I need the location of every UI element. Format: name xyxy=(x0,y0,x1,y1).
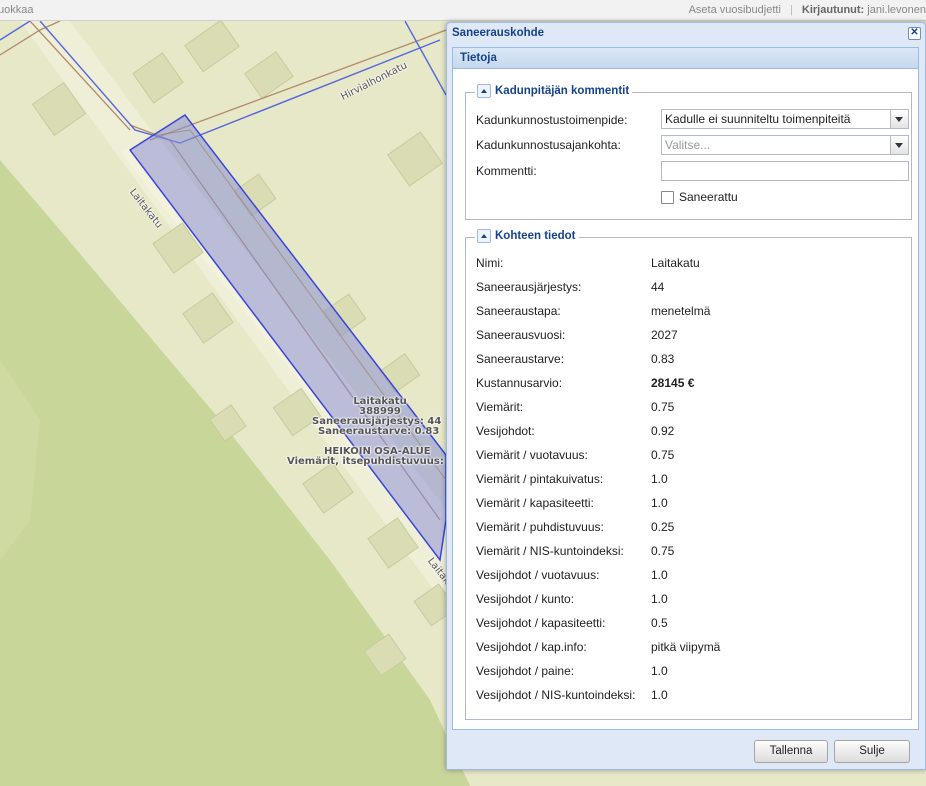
detail-row: Saneerausvuosi: 2027 xyxy=(476,328,906,344)
info-panel: Tietoja Kadunpitäjän kommentit Kadunkunn… xyxy=(452,47,919,730)
detail-row: Saneeraustapa: menetelmä xyxy=(476,304,906,320)
top-bar: uokkaa Aseta vuosibudjetti | Kirjautunut… xyxy=(0,0,926,21)
detail-value: 28145 € xyxy=(651,376,695,390)
detail-value: 0.75 xyxy=(651,544,675,558)
detail-key: Saneeraustarve: xyxy=(476,352,565,366)
details-legend-label: Kohteen tiedot xyxy=(495,230,576,242)
detail-value: 0.75 xyxy=(651,448,675,462)
save-button[interactable]: Tallenna xyxy=(754,740,828,763)
renovated-row: Saneerattu xyxy=(476,190,911,206)
detail-row: Vesijohdot / vuotavuus: 1.0 xyxy=(476,568,906,584)
detail-value: pitkä viipymä xyxy=(651,640,721,654)
detail-key: Vesijohdot / paine: xyxy=(476,664,575,678)
detail-key: Saneerausjärjestys: xyxy=(476,280,582,294)
detail-key: Saneerausvuosi: xyxy=(476,328,566,342)
comments-legend-label: Kadunpitäjän kommentit xyxy=(495,85,630,97)
detail-key: Viemärit / pintakuivatus: xyxy=(476,472,604,486)
user-name: jani.levonen xyxy=(867,4,926,16)
detail-row: Vesijohdot / kunto: 1.0 xyxy=(476,592,906,608)
window-title: Saneerauskohde xyxy=(452,27,545,39)
detail-key: Vesijohdot / kapasiteetti: xyxy=(476,616,606,630)
detail-row: Viemärit / vuotavuus: 0.75 xyxy=(476,448,906,464)
detail-row: Saneeraustarve: 0.83 xyxy=(476,352,906,368)
divider: | xyxy=(789,4,793,16)
detail-key: Viemärit / vuotavuus: xyxy=(476,448,588,462)
detail-key: Vesijohdot / kunto: xyxy=(476,592,575,606)
detail-value: 1.0 xyxy=(651,568,668,582)
panel-title: Tietoja xyxy=(453,48,918,69)
detail-value: 2027 xyxy=(651,328,678,342)
measure-select[interactable]: Kadulle ei suunniteltu toimenpiteitä xyxy=(661,109,909,129)
detail-row: Viemärit / puhdistuvuus: 0.25 xyxy=(476,520,906,536)
detail-key: Vesijohdot / NIS-kuntoindeksi: xyxy=(476,688,636,702)
detail-key: Kustannusarvio: xyxy=(476,376,563,390)
detail-value: 1.0 xyxy=(651,688,668,702)
renovated-checkbox[interactable]: Saneerattu xyxy=(661,190,738,204)
detail-key: Vesijohdot: xyxy=(476,424,535,438)
measure-select-value: Kadulle ei suunniteltu toimenpiteitä xyxy=(665,112,851,126)
timing-row: Kadunkunnostusajankohta: Valitse... xyxy=(476,135,911,157)
detail-value: 0.75 xyxy=(651,400,675,414)
top-bar-right: Aseta vuosibudjetti | Kirjautunut: jani.… xyxy=(689,0,926,20)
timing-select-placeholder: Valitse... xyxy=(665,138,711,152)
detail-row: Vesijohdot: 0.92 xyxy=(476,424,906,440)
detail-key: Vesijohdot / kap.info: xyxy=(476,640,587,654)
detail-row: Saneerausjärjestys: 44 xyxy=(476,280,906,296)
popup-line-need: Saneeraustarve: 0.83 xyxy=(318,426,440,437)
detail-row: Nimi: Laitakatu xyxy=(476,256,906,272)
measure-row: Kadunkunnostustoimenpide: Kadulle ei suu… xyxy=(476,109,911,131)
close-button[interactable]: Sulje xyxy=(834,740,910,763)
detail-row: Kustannusarvio: 28145 € xyxy=(476,376,906,392)
comment-row: Kommentti: xyxy=(476,161,911,183)
detail-row: Vesijohdot / kapasiteetti: 0.5 xyxy=(476,616,906,632)
set-budget-link[interactable]: Aseta vuosibudjetti xyxy=(689,4,781,16)
detail-row: Vesijohdot / paine: 1.0 xyxy=(476,664,906,680)
detail-row: Viemärit / NIS-kuntoindeksi: 0.75 xyxy=(476,544,906,560)
checkbox-box[interactable] xyxy=(661,190,674,204)
detail-value: 0.83 xyxy=(651,352,675,366)
detail-value: 1.0 xyxy=(651,496,668,510)
close-icon[interactable]: ✕ xyxy=(908,27,921,40)
popup-line-weakest-detail: Viemärit, itsepuhdistuvuus: xyxy=(287,456,444,467)
chevron-down-icon[interactable] xyxy=(890,110,908,128)
detail-row: Vesijohdot / NIS-kuntoindeksi: 1.0 xyxy=(476,688,906,704)
timing-label: Kadunkunnostusajankohta: xyxy=(476,138,621,152)
detail-key: Saneeraustapa: xyxy=(476,304,561,318)
detail-value: 44 xyxy=(651,280,665,294)
chevron-down-icon[interactable] xyxy=(890,136,908,154)
street-keeper-comments-fieldset: Kadunpitäjän kommentit Kadunkunnostustoi… xyxy=(465,84,912,220)
measure-label: Kadunkunnostustoimenpide: xyxy=(476,113,628,127)
comment-input[interactable] xyxy=(661,161,909,181)
logged-in-label: Kirjautunut: xyxy=(801,4,865,16)
detail-value: 1.0 xyxy=(651,664,668,678)
detail-row: Viemärit / pintakuivatus: 1.0 xyxy=(476,472,906,488)
target-details-fieldset: Kohteen tiedot Nimi: Laitakatu Saneerausjä… xyxy=(465,229,912,720)
renovated-label: Saneerattu xyxy=(679,190,738,204)
details-legend: Kohteen tiedot xyxy=(475,229,579,243)
detail-row: Viemärit: 0.75 xyxy=(476,400,906,416)
detail-row: Vesijohdot / kap.info: pitkä viipymä xyxy=(476,640,906,656)
detail-value: 0.5 xyxy=(651,616,668,630)
detail-key: Viemärit: xyxy=(476,400,524,414)
timing-select[interactable]: Valitse... xyxy=(661,135,909,155)
detail-key: Viemärit / puhdistuvuus: xyxy=(476,520,604,534)
detail-value: 1.0 xyxy=(651,592,668,606)
renovation-target-window: Saneerauskohde ✕ Tietoja Kadunpitäjän ko… xyxy=(446,22,926,770)
detail-row: Viemärit / kapasiteetti: 1.0 xyxy=(476,496,906,512)
collapse-up-icon[interactable] xyxy=(477,229,491,243)
comment-label: Kommentti: xyxy=(476,164,537,178)
detail-key: Vesijohdot / vuotavuus: xyxy=(476,568,600,582)
collapse-up-icon[interactable] xyxy=(477,84,491,98)
detail-key: Nimi: xyxy=(476,256,504,270)
detail-value: menetelmä xyxy=(651,304,711,318)
detail-key: Viemärit / kapasiteetti: xyxy=(476,496,594,510)
comments-legend: Kadunpitäjän kommentit xyxy=(475,84,633,98)
top-bar-left-text[interactable]: uokkaa xyxy=(0,0,33,20)
detail-value: Laitakatu xyxy=(651,256,700,270)
detail-value: 0.25 xyxy=(651,520,675,534)
window-header[interactable]: Saneerauskohde ✕ xyxy=(447,23,925,44)
detail-key: Viemärit / NIS-kuntoindeksi: xyxy=(476,544,624,558)
detail-value: 1.0 xyxy=(651,472,668,486)
detail-value: 0.92 xyxy=(651,424,675,438)
